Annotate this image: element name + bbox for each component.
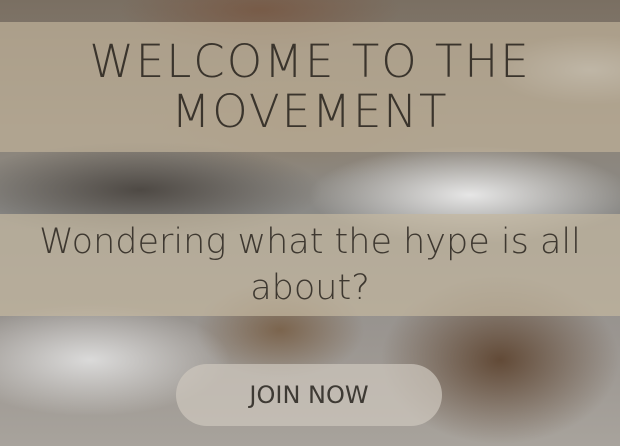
join-now-button[interactable]: JOIN NOW [176, 364, 442, 426]
subheadline-banner: Wondering what the hype is all about? [0, 214, 620, 316]
hero-headline: WELCOME TO THE MOVEMENT [89, 35, 531, 138]
headline-banner: WELCOME TO THE MOVEMENT [0, 22, 620, 152]
hero-subheadline: Wondering what the hype is all about? [39, 222, 581, 308]
